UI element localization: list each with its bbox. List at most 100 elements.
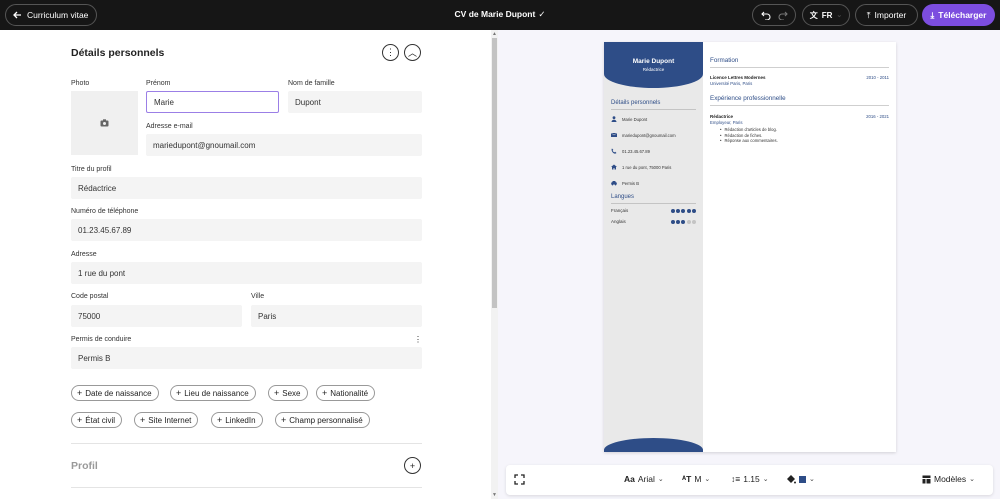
cv-contact-address: 1 rue du pont, 75000 Paris [611, 164, 671, 170]
document-title[interactable]: CV de Marie Dupont ✓ [0, 9, 1000, 20]
download-button[interactable]: ⤓ Télécharger [922, 4, 995, 26]
check-icon: ✓ [538, 9, 546, 19]
import-button[interactable]: ⤒ Importer [855, 4, 918, 26]
line-spacing-icon: ↕≡ [731, 474, 741, 484]
line-spacing-selector[interactable]: ↕≡ 1.15 ⌄ [731, 474, 769, 484]
undo-icon[interactable] [760, 10, 771, 20]
cv-contact-phone: 01.23.45.67.89 [611, 148, 650, 154]
section-divider [71, 487, 422, 488]
email-label: Adresse e-mail [146, 123, 193, 130]
language-selector[interactable]: 文 FR ⌄ [802, 4, 850, 26]
postal-code-label: Code postal [71, 293, 109, 300]
plus-icon: + [409, 460, 416, 471]
chevron-down-icon: ⌄ [969, 476, 976, 483]
cv-education-entry-dates: 2010 - 2011 [866, 75, 889, 80]
chevron-down-icon: ⌄ [762, 476, 769, 483]
plus-icon: + [274, 388, 280, 398]
last-name-field[interactable]: Dupont [288, 91, 422, 113]
car-icon [611, 181, 617, 186]
list-item: Rédaction d'articles de blog. [720, 127, 778, 133]
last-name-label: Nom de famille [288, 80, 335, 87]
cv-contact-license: Permis B [611, 180, 639, 186]
city-field[interactable]: Paris [251, 305, 422, 327]
fullscreen-icon [514, 474, 525, 485]
cv-language-english: Anglais [611, 219, 696, 224]
photo-label: Photo [71, 80, 90, 87]
phone-field[interactable]: 01.23.45.67.89 [71, 219, 422, 241]
postal-code-field[interactable]: 75000 [71, 305, 242, 327]
cv-preview[interactable]: Marie Dupont Rédactrice Détails personne… [604, 42, 896, 452]
section-title: Détails personnels [71, 47, 165, 59]
language-level-dots [670, 219, 696, 224]
profile-title-field[interactable]: Rédactrice [71, 177, 422, 199]
cv-divider [611, 203, 696, 204]
paint-bucket-icon [787, 475, 796, 484]
chevron-down-icon: ⌄ [809, 476, 815, 483]
translate-icon: 文 [809, 10, 818, 20]
download-icon: ⤓ [930, 9, 935, 20]
license-options-icon[interactable]: ⋮ [414, 335, 422, 344]
editor-scrollbar[interactable]: ▲ ▼ [491, 30, 498, 499]
section-divider [71, 443, 422, 444]
cv-personal-title: Détails personnels [611, 100, 661, 106]
add-profile-button[interactable]: + [404, 457, 421, 474]
format-toolbar: Aa Arial ⌄ ᴬT M ⌄ ↕≡ 1.15 ⌄ ⌄ Modèles ⌄ [506, 465, 993, 495]
color-swatch [799, 475, 806, 483]
chip-nationality[interactable]: + Nationalité [316, 385, 376, 401]
upload-icon: ⤒ [866, 9, 871, 20]
editor-panel: Détails personnels ⋮ ︿ Photo Prénom Mari… [0, 30, 490, 499]
license-field[interactable]: Permis B [71, 347, 422, 369]
templates-button[interactable]: Modèles ⌄ [922, 474, 975, 484]
address-field[interactable]: 1 rue du pont [71, 262, 422, 284]
scroll-down-icon[interactable]: ▼ [492, 492, 497, 498]
chevron-down-icon: ⌄ [836, 12, 843, 19]
plus-icon: + [322, 388, 328, 398]
top-bar: Curriculum vitae CV de Marie Dupont ✓ 文 F… [0, 0, 1000, 30]
scroll-up-icon[interactable]: ▲ [492, 31, 497, 37]
cv-education-entry-title: Licence Lettres Modernes [710, 75, 766, 80]
chip-birth-place[interactable]: + Lieu de naissance [170, 385, 256, 401]
layout-icon [922, 475, 931, 483]
cv-languages-title: Langues [611, 194, 635, 200]
chip-custom-field[interactable]: + Champ personnalisé [275, 412, 370, 428]
plus-icon: + [140, 415, 146, 425]
plus-icon: + [77, 415, 83, 425]
redo-icon[interactable] [778, 10, 788, 20]
first-name-field[interactable]: Marie [146, 91, 279, 113]
fullscreen-button[interactable] [514, 474, 525, 485]
chip-website[interactable]: + Site Internet [134, 412, 199, 428]
chevron-up-icon: ︿ [407, 48, 417, 58]
cv-experience-bullets: Rédaction d'articles de blog. Rédaction … [720, 127, 778, 144]
cv-education-entry-place: Université Paris, Paris [710, 81, 753, 86]
plus-icon: + [217, 415, 223, 425]
text-size-selector[interactable]: ᴬT M ⌄ [682, 474, 710, 484]
chip-marital-status[interactable]: + État civil [71, 412, 123, 428]
chip-birth-date[interactable]: + Date de naissance [71, 385, 159, 401]
scroll-thumb[interactable] [492, 38, 497, 308]
cv-experience-entry-dates: 2016 - 2021 [866, 114, 889, 119]
cv-experience-title: Expérience professionnelle [710, 95, 786, 102]
cv-language-french: Français [611, 208, 696, 213]
phone-label: Numéro de téléphone [71, 208, 139, 215]
city-label: Ville [251, 293, 265, 300]
profile-title-label: Titre du profil [71, 166, 112, 173]
font-selector[interactable]: Aa Arial ⌄ [624, 474, 664, 484]
chip-linkedin[interactable]: + LinkedIn [211, 412, 263, 428]
email-field[interactable]: mariedupont@gnoumail.com [146, 134, 422, 156]
phone-icon [611, 148, 617, 154]
address-label: Adresse [71, 251, 97, 258]
chip-gender[interactable]: + Sexe [268, 385, 308, 401]
profile-section-title[interactable]: Profil [71, 460, 98, 472]
cv-experience-entry-place: Employeur, Paris [710, 120, 743, 125]
cv-contact-email: mariedupont@gnoumail.com [611, 132, 676, 138]
mail-icon [611, 132, 617, 137]
cv-divider [710, 67, 889, 68]
photo-upload[interactable] [71, 91, 138, 155]
font-icon: Aa [624, 474, 635, 484]
cv-job-title: Rédactrice [642, 67, 665, 72]
language-code: FR [821, 10, 833, 20]
more-options-button[interactable]: ⋮ [382, 44, 399, 61]
preview-panel: Marie Dupont Rédactrice Détails personne… [498, 30, 1000, 499]
collapse-button[interactable]: ︿ [404, 44, 421, 61]
color-selector[interactable]: ⌄ [786, 474, 815, 484]
